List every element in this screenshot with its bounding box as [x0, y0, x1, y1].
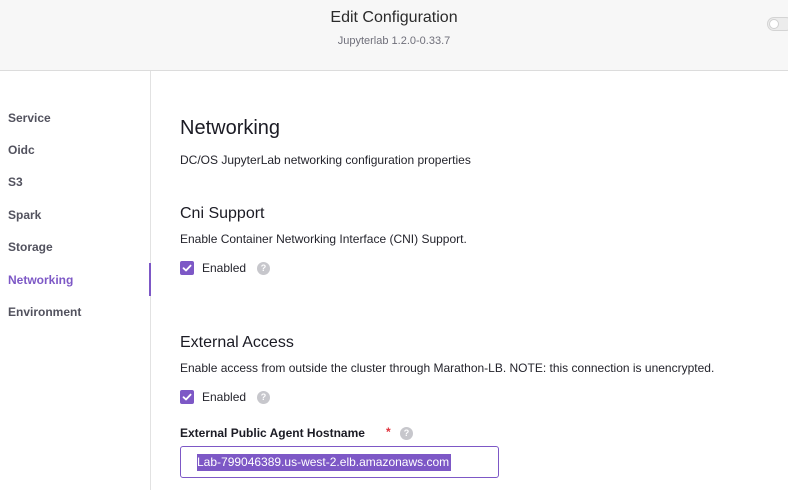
external-access-description: Enable access from outside the cluster t… — [180, 361, 715, 375]
toggle-knob — [769, 19, 779, 29]
cni-enabled-label: Enabled — [202, 261, 247, 275]
hostname-input[interactable]: Lab-799046389.us-west-2.elb.amazonaws.co… — [180, 446, 499, 478]
active-indicator — [149, 263, 151, 296]
hostname-input-value: Lab-799046389.us-west-2.elb.amazonaws.co… — [197, 454, 452, 471]
sidebar-item-storage[interactable]: Storage — [8, 240, 53, 254]
sidebar-item-networking[interactable]: Networking — [8, 273, 73, 287]
sidebar: Service Oidc S3 Spark Storage Networking… — [0, 71, 151, 490]
page-title: Edit Configuration — [330, 9, 458, 26]
modal-header: Edit Configuration Jupyterlab 1.2.0-0.33… — [0, 0, 788, 71]
sidebar-item-service[interactable]: Service — [8, 111, 51, 125]
cni-description: Enable Container Networking Interface (C… — [180, 232, 467, 246]
checkmark-icon — [182, 264, 192, 272]
section-title: Networking — [180, 117, 281, 139]
page-subtitle: Jupyterlab 1.2.0-0.33.7 — [337, 35, 451, 47]
help-icon[interactable]: ? — [257, 391, 270, 404]
help-icon[interactable]: ? — [257, 262, 270, 275]
help-icon[interactable]: ? — [400, 427, 413, 440]
toggle-switch[interactable] — [767, 17, 788, 31]
sidebar-item-spark[interactable]: Spark — [8, 208, 41, 222]
section-description: DC/OS JupyterLab networking configuratio… — [180, 153, 471, 167]
required-indicator: * — [386, 425, 391, 439]
main-content: Networking DC/OS JupyterLab networking c… — [152, 71, 788, 490]
sidebar-item-oidc[interactable]: Oidc — [8, 143, 35, 157]
sidebar-item-s3[interactable]: S3 — [8, 175, 23, 189]
cni-enabled-checkbox[interactable] — [180, 261, 194, 275]
external-access-heading: External Access — [180, 334, 294, 351]
checkmark-icon — [182, 393, 192, 401]
external-enabled-label: Enabled — [202, 390, 247, 404]
hostname-label: External Public Agent Hostname — [180, 426, 365, 440]
cni-heading: Cni Support — [180, 205, 265, 222]
sidebar-item-environment[interactable]: Environment — [8, 305, 81, 319]
external-enabled-checkbox[interactable] — [180, 390, 194, 404]
